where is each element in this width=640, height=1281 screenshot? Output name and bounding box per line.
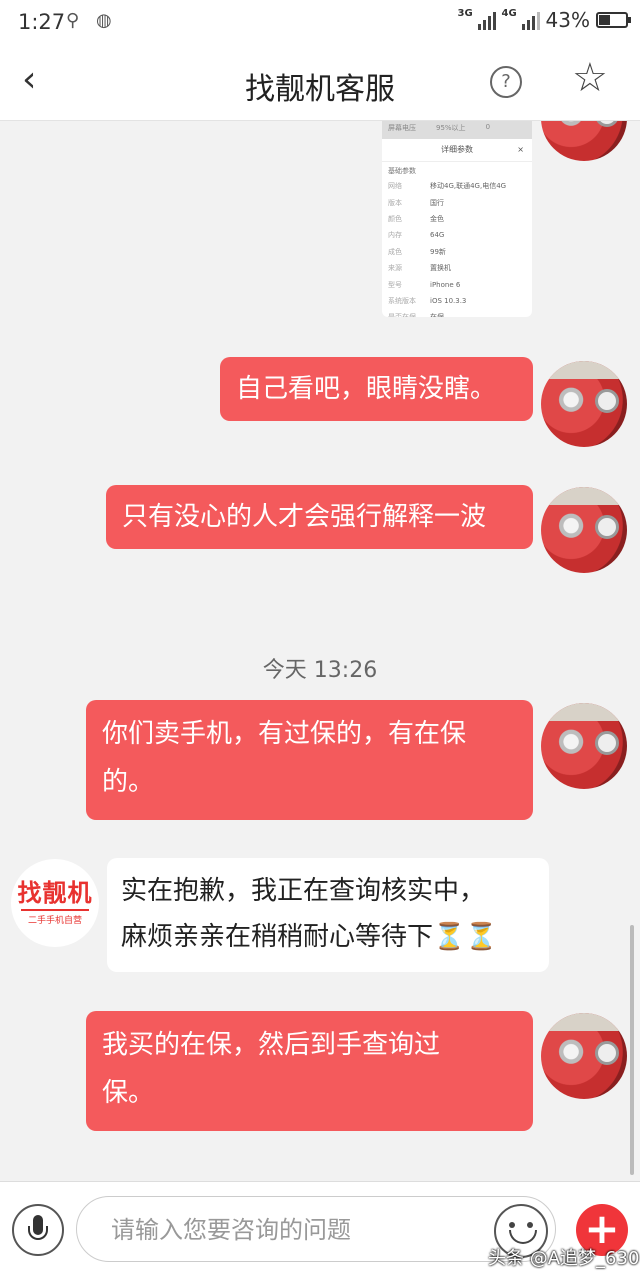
spec-row: 型号 iPhone 6 (388, 280, 461, 289)
search-icon: ⚲ (66, 10, 80, 31)
header-bar: ‹ 找靓机客服 ? ☆ (0, 46, 640, 121)
service-avatar[interactable]: 找靓机 二手手机自营 (11, 859, 99, 947)
globe-icon: ◍ (96, 10, 112, 31)
spec-row: 成色 99新 (388, 247, 446, 256)
favorite-star-icon[interactable]: ☆ (572, 58, 608, 98)
user-avatar[interactable] (541, 487, 627, 573)
user-avatar[interactable] (541, 1013, 627, 1099)
page-title: 找靓机客服 (245, 72, 395, 107)
status-time: 1:27 (18, 10, 66, 34)
status-bar: 1:27 ⚲ ◍ 3G 4G 43% (0, 0, 640, 46)
microphone-icon[interactable] (12, 1204, 64, 1256)
message-bubble-outgoing[interactable]: 我买的在保，然后到手查询过 保。 (86, 1011, 533, 1131)
spec-row: 网络 移动4G,联通4G,电信4G (388, 182, 507, 191)
chat-area[interactable]: 屏幕电压 95%以上 0 详细参数 × 基础参数 网络 移动4G,联通4G,电信4G 版本… (0, 121, 640, 1181)
message-bubble-outgoing[interactable]: 自己看吧，眼睛没瞎。 (220, 357, 533, 421)
user-avatar[interactable] (541, 121, 627, 161)
spec-row: 来源 置换机 (388, 264, 451, 273)
image-message-screenshot[interactable]: 屏幕电压 95%以上 0 详细参数 × 基础参数 网络 移动4G,联通4G,电信4G 版本… (382, 121, 532, 317)
signal-3g-icon: 3G (458, 8, 496, 30)
battery-percent: 43% (545, 8, 590, 32)
message-input[interactable] (109, 1209, 473, 1251)
user-avatar[interactable] (541, 703, 627, 789)
help-icon[interactable]: ? (490, 66, 522, 98)
message-bubble-outgoing[interactable]: 你们卖手机，有过保的，有在保 的。 (86, 700, 533, 820)
message-input-container[interactable] (76, 1196, 556, 1262)
close-icon: × (517, 145, 524, 154)
message-bubble-incoming[interactable]: 实在抱歉，我正在查询核实中， 麻烦亲亲在稍稍耐心等待下⏳⏳ (107, 858, 549, 972)
spec-row: 系统版本 iOS 10.3.3 (388, 296, 467, 305)
spec-row: 是否在保在保 (382, 309, 532, 317)
scrollbar[interactable] (630, 925, 634, 1175)
spec-row: 颜色 金色 (388, 214, 444, 223)
watermark: 头条 @A追梦_630 (488, 1248, 640, 1269)
spec-row: 内存 64G (388, 231, 445, 240)
message-bubble-outgoing[interactable]: 只有没心的人才会强行解释一波 (106, 485, 533, 549)
user-avatar[interactable] (541, 361, 627, 447)
timestamp: 今天 13:26 (262, 658, 378, 683)
battery-icon (596, 12, 631, 28)
signal-4g-icon: 4G (502, 8, 540, 30)
spec-row: 版本 国行 (388, 198, 444, 207)
